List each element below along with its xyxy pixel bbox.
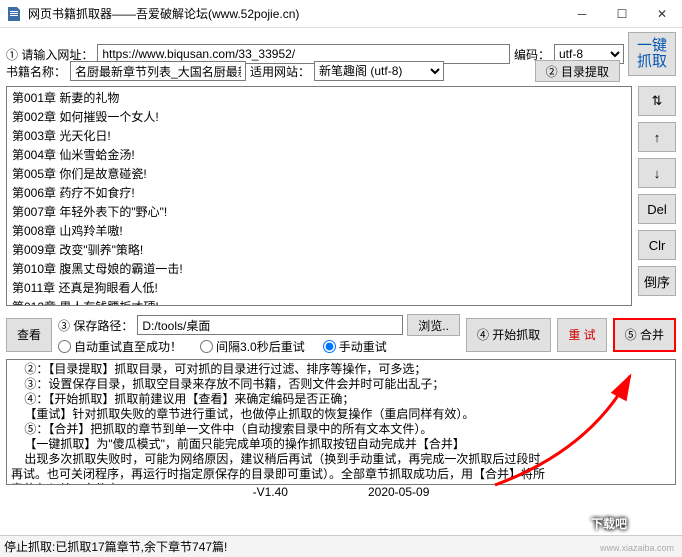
- log-line: 再试。也可关闭程序，再运行时指定原保存的目录即可重试）。全部章节抓取成功后，用【…: [11, 467, 671, 482]
- onekey-fetch-button[interactable]: 一键 抓取: [628, 32, 676, 76]
- window-title: 网页书籍抓取器——吾爱破解论坛(www.52pojie.cn): [28, 5, 562, 22]
- move-up-button[interactable]: ↑: [638, 122, 676, 152]
- move-down-button[interactable]: ↓: [638, 158, 676, 188]
- savepath-label: ③ 保存路径：: [58, 317, 133, 334]
- status-bar: 停止抓取:已抓取17篇章节,余下章节747篇!: [0, 535, 682, 557]
- clear-button[interactable]: Clr: [638, 230, 676, 260]
- bookname-label: 书籍名称：: [6, 63, 66, 80]
- bookname-input[interactable]: [70, 61, 246, 81]
- close-button[interactable]: ✕: [642, 0, 682, 28]
- log-box[interactable]: ②：【目录提取】抓取目录，可对抓的目录进行过滤、排序等操作，可多选； ③：设置保…: [6, 359, 676, 485]
- retry-delay-radio[interactable]: 间隔3.0秒后重试: [200, 338, 305, 355]
- chapter-row[interactable]: 第009章 改变"驯养"策略!: [8, 240, 630, 259]
- retry-button[interactable]: 重 试: [557, 318, 606, 352]
- browse-button[interactable]: 浏览..: [407, 314, 460, 336]
- delete-button[interactable]: Del: [638, 194, 676, 224]
- site-label: 适用网站：: [250, 63, 310, 80]
- extract-toc-button[interactable]: ② 目录提取: [535, 60, 620, 82]
- log-line: ⑤：【合并】把抓取的章节到单一文件中（自动搜索目录中的所有文本文件）。: [11, 422, 671, 437]
- log-line: ②：【目录提取】抓取目录，可对抓的目录进行过滤、排序等操作，可多选；: [11, 362, 671, 377]
- url-label: ① 请输入网址：: [6, 46, 93, 63]
- chapter-row[interactable]: 第006章 药疗不如食疗!: [8, 183, 630, 202]
- minimize-button[interactable]: ─: [562, 0, 602, 28]
- titlebar: 网页书籍抓取器——吾爱破解论坛(www.52pojie.cn) ─ ☐ ✕: [0, 0, 682, 28]
- log-line: 【一键抓取】为"傻瓜模式"，前面只能完成单项的操作抓取按钮自动完成并【合并】: [11, 437, 671, 452]
- chapter-row[interactable]: 第012章 男人有钱腰板才硬!: [8, 297, 630, 306]
- log-line: 出现多次抓取失败时，可能为网络原因，建议稍后再试（换到手动重试，再完成一次抓取后…: [11, 452, 671, 467]
- chapter-row[interactable]: 第005章 你们是故意碰瓷!: [8, 164, 630, 183]
- chapter-row[interactable]: 第008章 山鸡羚羊嗷!: [8, 221, 630, 240]
- chapter-list[interactable]: 第001章 新妻的礼物第002章 如何摧毁一个女人!第003章 光天化日!第00…: [6, 86, 632, 306]
- reverse-button[interactable]: 倒序: [638, 266, 676, 296]
- retry-auto-radio[interactable]: 自动重试直至成功！: [58, 338, 182, 355]
- chapter-row[interactable]: 第004章 仙米雪蛤金汤!: [8, 145, 630, 164]
- log-line: ③：设置保存目录，抓取空目录来存放不同书籍，否则文件会并时可能出乱子；: [11, 377, 671, 392]
- log-line: 【重试】针对抓取失败的章节进行重试，也做停止抓取的恢复操作（重启同样有效）。: [11, 407, 671, 422]
- chapter-row[interactable]: 第011章 还真是狗眼看人低!: [8, 278, 630, 297]
- site-select[interactable]: 新笔趣阁 (utf-8): [314, 61, 444, 81]
- log-line: ④：【开始抓取】抓取前建议用【查看】来确定编码是否正确；: [11, 392, 671, 407]
- swap-button[interactable]: ⇅: [638, 86, 676, 116]
- chapter-row[interactable]: 第001章 新妻的礼物: [8, 88, 630, 107]
- merge-button[interactable]: ⑤ 合并: [613, 318, 676, 352]
- app-icon: [6, 6, 22, 22]
- view-button[interactable]: 查看: [6, 318, 52, 352]
- chapter-row[interactable]: 第003章 光天化日!: [8, 126, 630, 145]
- version-label: -V1.40: [253, 485, 288, 499]
- date-label: 2020-05-09: [368, 485, 429, 499]
- savepath-input[interactable]: [137, 315, 403, 335]
- maximize-button[interactable]: ☐: [602, 0, 642, 28]
- chapter-row[interactable]: 第007章 年轻外表下的"野心"!: [8, 202, 630, 221]
- chapter-row[interactable]: 第002章 如何摧毁一个女人!: [8, 107, 630, 126]
- chapter-row[interactable]: 第010章 腹黑丈母娘的霸道一击!: [8, 259, 630, 278]
- start-fetch-button[interactable]: ④ 开始抓取: [466, 318, 551, 352]
- retry-manual-radio[interactable]: 手动重试: [323, 338, 387, 355]
